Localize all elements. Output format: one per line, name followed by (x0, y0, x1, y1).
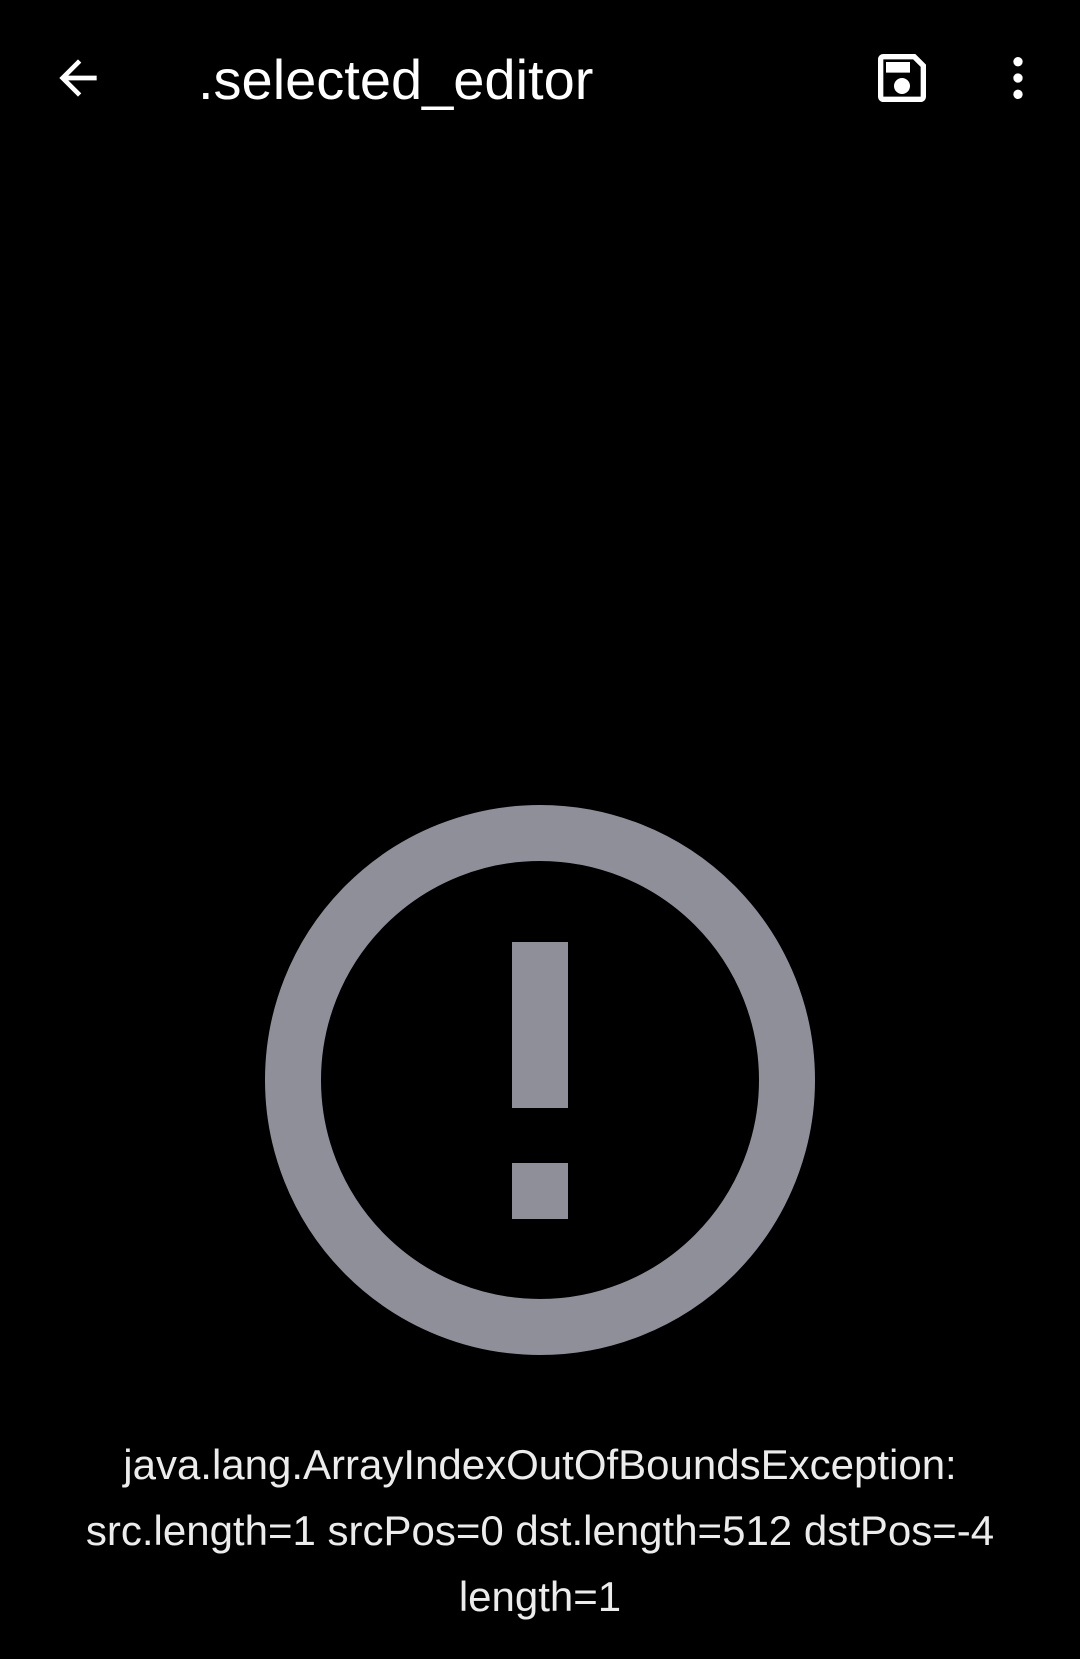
more-options-button[interactable] (970, 30, 1066, 126)
error-message-line: java.lang.ArrayIndexOutOfBoundsException… (123, 1441, 957, 1488)
error-exclamation-circle-icon (265, 805, 815, 1355)
error-message-line: length=1 (458, 1573, 622, 1620)
toolbar: .selected_editor (0, 0, 1080, 160)
error-message: java.lang.ArrayIndexOutOfBoundsException… (40, 1432, 1040, 1630)
arrow-back-icon (59, 59, 97, 97)
floppy-disk-save-icon (878, 54, 926, 102)
more-vertical-icon (1013, 57, 1023, 99)
app-screen: .selected_editor java.lang.ArrayIndexOut… (0, 0, 1080, 1659)
page-title: .selected_editor (198, 48, 594, 111)
back-button[interactable] (30, 30, 126, 126)
error-message-line: src.length=1 srcPos=0 dst.length=512 dst… (85, 1507, 995, 1554)
save-button[interactable] (854, 30, 950, 126)
